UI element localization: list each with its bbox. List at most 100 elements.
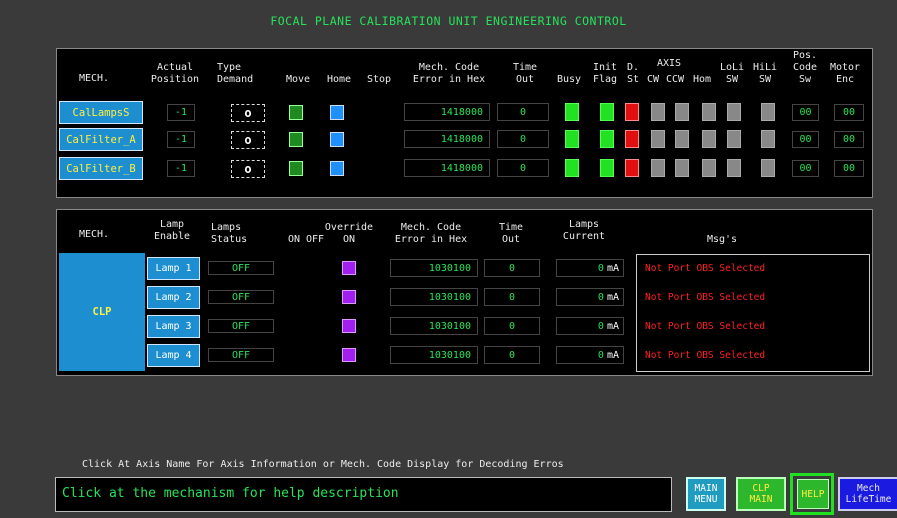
- clp-button[interactable]: CLP: [59, 253, 145, 371]
- mech-code-display[interactable]: 1030100: [390, 317, 478, 335]
- pos-code-value: 00: [792, 104, 819, 121]
- lamp-message: Not Port OBS Selected: [645, 263, 766, 274]
- type-demand-input[interactable]: o: [231, 104, 265, 122]
- col-header-ccw: CCW: [665, 74, 685, 85]
- motor-enc-value: 00: [834, 104, 864, 121]
- help-description-box: Click at the mechanism for help descript…: [55, 477, 672, 512]
- col-header-lamps-status: Lamps Status: [211, 222, 248, 245]
- busy-indicator: [565, 103, 579, 121]
- home-button[interactable]: [330, 161, 344, 176]
- lamp-message: Not Port OBS Selected: [645, 321, 766, 332]
- busy-indicator: [565, 130, 579, 148]
- move-button[interactable]: [289, 105, 303, 120]
- ccw-indicator: [675, 159, 689, 177]
- col-header-hili-sw: HiLi SW: [752, 62, 778, 85]
- col-header-lamps-current: Lamps Current: [562, 219, 606, 242]
- col-header-loli-sw: LoLi SW: [719, 62, 745, 85]
- time-out-value: 0: [497, 159, 549, 177]
- help-description-text: Click at the mechanism for help descript…: [62, 486, 399, 501]
- col-header-stop: Stop: [366, 74, 392, 85]
- hili-sw-indicator: [761, 159, 775, 177]
- mech-button-calfilter-a[interactable]: CalFilter_A: [59, 128, 143, 151]
- clp-main-button[interactable]: CLP MAIN: [736, 477, 786, 511]
- time-out-value: 0: [484, 288, 540, 306]
- lamp-current-number: 0: [597, 349, 604, 361]
- override-on-toggle[interactable]: [342, 319, 356, 333]
- busy-indicator: [565, 159, 579, 177]
- type-demand-input[interactable]: o: [231, 131, 265, 149]
- d-st-indicator: [625, 130, 639, 148]
- lamp-3-button[interactable]: Lamp 3: [147, 315, 200, 338]
- lamp-current-value: 0 mA: [556, 288, 624, 306]
- col-header-pos-code-sw: Pos. Code Sw: [792, 50, 818, 85]
- move-button[interactable]: [289, 161, 303, 176]
- col-header-home: Home: [326, 74, 352, 85]
- lamp-message: Not Port OBS Selected: [645, 350, 766, 361]
- mech-button-calfilter-b[interactable]: CalFilter_B: [59, 157, 143, 180]
- col-header-time-out: Time Out: [512, 62, 538, 85]
- type-demand-input[interactable]: o: [231, 160, 265, 178]
- lamp-4-button[interactable]: Lamp 4: [147, 344, 200, 367]
- hom-indicator: [702, 130, 716, 148]
- hom-indicator: [702, 159, 716, 177]
- lamp-status-value: OFF: [208, 261, 274, 275]
- loli-sw-indicator: [727, 159, 741, 177]
- lamp-current-unit: mA: [606, 291, 619, 303]
- col-header-cw: CW: [646, 74, 660, 85]
- mech-code-display[interactable]: 1418000: [404, 130, 490, 148]
- override-on-toggle[interactable]: [342, 261, 356, 275]
- col-header-move: Move: [285, 74, 311, 85]
- mech-code-display[interactable]: 1418000: [404, 103, 490, 121]
- actual-position-value: -1: [167, 160, 195, 177]
- motor-enc-value: 00: [834, 131, 864, 148]
- motor-enc-value: 00: [834, 160, 864, 177]
- hili-sw-indicator: [761, 130, 775, 148]
- home-button[interactable]: [330, 105, 344, 120]
- col-header-msgs: Msg's: [706, 234, 738, 245]
- cw-indicator: [651, 103, 665, 121]
- col-header-d-st: D. St: [626, 62, 640, 85]
- mech-lifetime-button[interactable]: Mech LifeTime: [838, 477, 897, 511]
- col-header-mech: MECH.: [78, 73, 110, 84]
- time-out-value: 0: [497, 130, 549, 148]
- col-header-busy: Busy: [556, 74, 582, 85]
- col-header-hom: Hom: [692, 74, 712, 85]
- lamp-message: Not Port OBS Selected: [645, 292, 766, 303]
- lamp-2-button[interactable]: Lamp 2: [147, 286, 200, 309]
- mech-code-display[interactable]: 1030100: [390, 346, 478, 364]
- move-button[interactable]: [289, 132, 303, 147]
- override-on-toggle[interactable]: [342, 348, 356, 362]
- page-title: FOCAL PLANE CALIBRATION UNIT ENGINEERING…: [270, 14, 627, 28]
- lamp-current-value: 0 mA: [556, 259, 624, 277]
- override-on-toggle[interactable]: [342, 290, 356, 304]
- lamp-1-button[interactable]: Lamp 1: [147, 257, 200, 280]
- time-out-value: 0: [484, 346, 540, 364]
- time-out-value: 0: [484, 259, 540, 277]
- hint-text: Click At Axis Name For Axis Information …: [82, 459, 564, 470]
- col-header-time-out: Time Out: [498, 222, 524, 245]
- lamp-current-unit: mA: [606, 320, 619, 332]
- cw-indicator: [651, 130, 665, 148]
- lamp-current-number: 0: [597, 291, 604, 303]
- main-menu-button[interactable]: MAIN MENU: [686, 477, 726, 511]
- col-header-override-on: Override ON: [324, 222, 374, 245]
- help-button[interactable]: HELP: [797, 479, 829, 509]
- mech-code-display[interactable]: 1030100: [390, 259, 478, 277]
- init-flag-indicator: [600, 103, 614, 121]
- col-header-mech-code: Mech. Code Error in Hex: [412, 62, 486, 85]
- lamp-current-number: 0: [597, 262, 604, 274]
- d-st-indicator: [625, 159, 639, 177]
- loli-sw-indicator: [727, 103, 741, 121]
- mech-code-display[interactable]: 1030100: [390, 288, 478, 306]
- lamp-current-unit: mA: [606, 349, 619, 361]
- ccw-indicator: [675, 130, 689, 148]
- time-out-value: 0: [497, 103, 549, 121]
- col-header-actual-position: Actual Position: [150, 62, 200, 85]
- lamp-status-value: OFF: [208, 348, 274, 362]
- d-st-indicator: [625, 103, 639, 121]
- col-header-lamp-enable: Lamp Enable: [153, 219, 191, 242]
- mech-button-callampss[interactable]: CalLampsS: [59, 101, 143, 124]
- home-button[interactable]: [330, 132, 344, 147]
- init-flag-indicator: [600, 159, 614, 177]
- mech-code-display[interactable]: 1418000: [404, 159, 490, 177]
